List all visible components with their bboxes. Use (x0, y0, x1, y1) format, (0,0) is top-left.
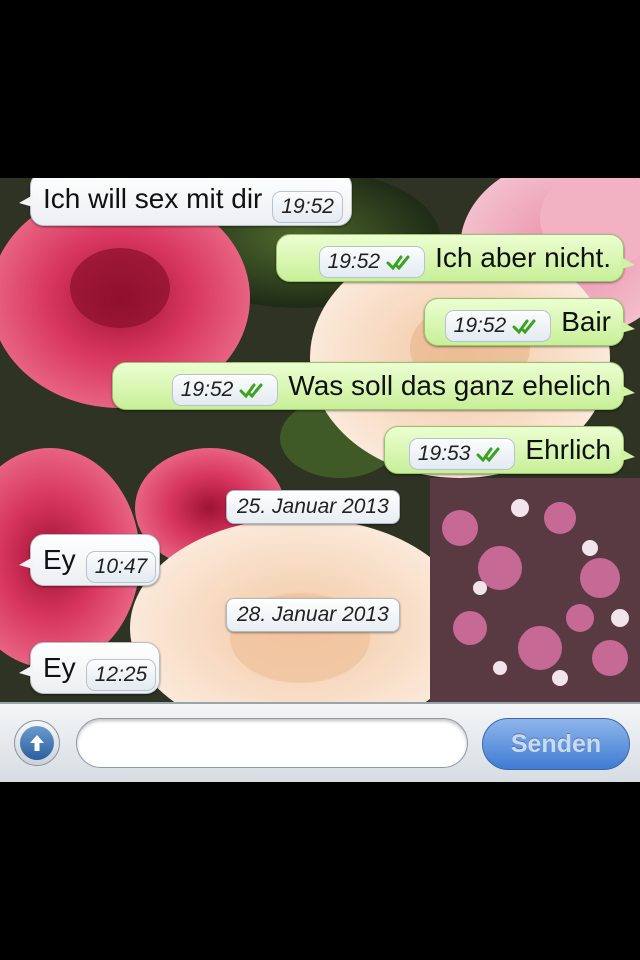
message-text: Ey (43, 652, 76, 683)
bubble-tail (19, 195, 33, 207)
attach-button[interactable] (14, 720, 60, 766)
message-bubble-outgoing[interactable]: 19:52 Bair (424, 298, 635, 346)
bubble-tail (19, 557, 33, 569)
arrow-up-circle-icon (20, 726, 54, 760)
message-text: Ey (43, 544, 76, 575)
bubble-tail (621, 257, 635, 269)
message-bubble-incoming[interactable]: Ey 10:47 (19, 534, 160, 586)
message-input-bar: Senden (0, 702, 640, 782)
message-text: Was soll das ganz ehelich (288, 370, 611, 401)
message-text: Ich will sex mit dir (43, 183, 263, 214)
message-input[interactable] (76, 718, 468, 768)
chat-screen: Ich will sex mit dir 19:52 19:52 Ich abe… (0, 178, 640, 782)
message-text: Bair (561, 306, 611, 337)
double-check-icon (476, 447, 500, 462)
message-text: Ehrlich (525, 434, 611, 465)
double-check-icon (512, 319, 536, 334)
message-bubble-outgoing[interactable]: 19:52 Was soll das ganz ehelich (112, 362, 635, 410)
timestamp: 12:25 (85, 659, 157, 691)
send-button[interactable]: Senden (482, 718, 630, 770)
double-check-icon (239, 383, 263, 398)
double-check-icon (386, 255, 410, 270)
message-bubble-incoming[interactable]: Ey 12:25 (19, 642, 160, 694)
bubble-tail (621, 321, 635, 333)
timestamp: 19:52 (171, 374, 279, 406)
timestamp-text: 19:52 (453, 314, 507, 337)
timestamp-text: 19:52 (327, 250, 381, 273)
timestamp: 19:52 (318, 246, 426, 278)
bubble-tail (621, 449, 635, 461)
timestamp-text: 19:52 (180, 378, 234, 401)
message-bubble-incoming[interactable]: Ich will sex mit dir 19:52 (19, 178, 352, 226)
bubble-tail (19, 665, 33, 677)
date-separator: 25. Januar 2013 (226, 490, 400, 524)
message-bubble-outgoing[interactable]: 19:52 Ich aber nicht. (276, 234, 635, 282)
message-text: Ich aber nicht. (435, 242, 611, 273)
timestamp: 10:47 (85, 551, 157, 583)
bubble-tail (621, 385, 635, 397)
timestamp: 19:52 (444, 310, 552, 342)
date-separator: 28. Januar 2013 (226, 598, 400, 632)
timestamp: 19:53 (408, 438, 516, 470)
message-bubble-outgoing[interactable]: 19:53 Ehrlich (384, 426, 635, 474)
timestamp-text: 19:53 (417, 442, 471, 465)
timestamp-text: 12:25 (94, 663, 148, 686)
timestamp: 19:52 (272, 191, 343, 223)
timestamp-text: 19:52 (281, 195, 334, 218)
timestamp-text: 10:47 (94, 555, 148, 578)
